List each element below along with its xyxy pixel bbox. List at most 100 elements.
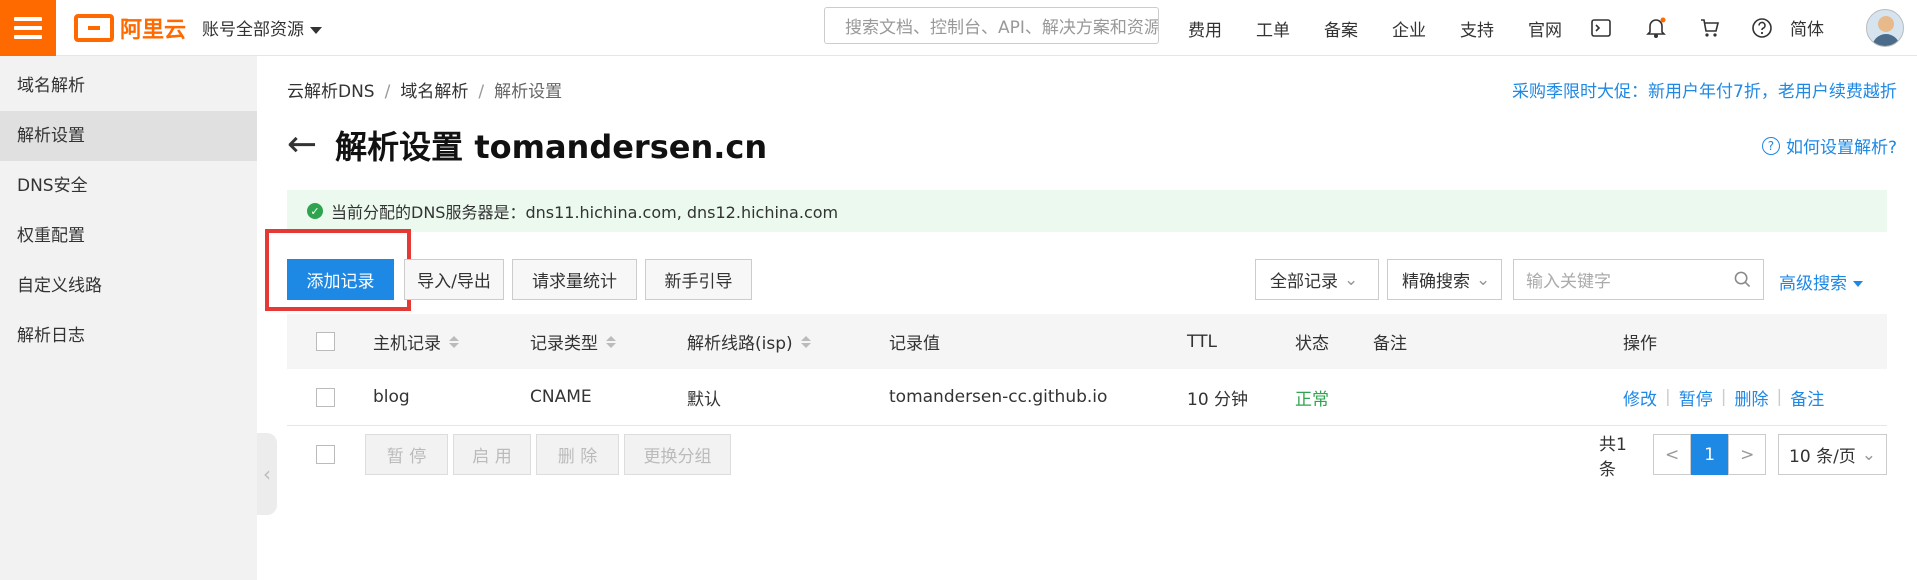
chevron-down-icon: ⌄	[1861, 444, 1876, 465]
total-count: 共1条	[1599, 434, 1627, 480]
chevron-left-icon: ‹	[263, 462, 271, 486]
keyword-input[interactable]: 输入关键字	[1513, 259, 1764, 300]
action-divider: |	[1665, 387, 1671, 407]
terminal-icon[interactable]	[1587, 14, 1615, 42]
nav-tickets[interactable]: 工单	[1256, 16, 1290, 41]
promo-link[interactable]: 采购季限时大促：新用户年付7折，老用户续费越折	[1512, 77, 1917, 102]
cell-host: blog	[373, 387, 410, 407]
page-1-button[interactable]: 1	[1690, 434, 1729, 475]
bulk-enable-button[interactable]: 启 用	[453, 434, 531, 475]
col-status: 状态	[1295, 334, 1329, 354]
bulk-delete-button[interactable]: 删 除	[536, 434, 619, 475]
cart-icon[interactable]	[1696, 14, 1724, 42]
col-line[interactable]: 解析线路(isp)	[687, 314, 811, 369]
remark-link[interactable]: 备注	[1790, 385, 1824, 410]
language-switch[interactable]: 简体	[1790, 15, 1824, 40]
delete-link[interactable]: 删除	[1734, 385, 1768, 410]
table-header: 主机记录 记录类型 解析线路(isp) 记录值 TTL 状态 备注 操作	[287, 314, 1887, 369]
action-divider: |	[1776, 387, 1783, 407]
record-filter-select[interactable]: 全部记录 ⌄	[1255, 259, 1379, 300]
select-all-checkbox[interactable]	[316, 314, 335, 369]
cell-value: tomandersen-cc.github.io	[889, 387, 1108, 407]
cell-status: 正常	[1295, 389, 1329, 410]
col-value: 记录值	[889, 334, 940, 354]
menu-icon[interactable]	[0, 0, 56, 56]
breadcrumb-domain-resolution[interactable]: 域名解析	[400, 82, 468, 102]
nav-fees[interactable]: 费用	[1188, 16, 1222, 41]
sidebar-collapse-handle[interactable]: ‹	[257, 433, 277, 515]
import-export-button[interactable]: 导入/导出	[404, 259, 504, 300]
chevron-down-icon: ⌄	[1476, 269, 1491, 290]
col-type[interactable]: 记录类型	[530, 314, 616, 369]
page-size-value: 10 条/页	[1789, 447, 1856, 467]
action-divider: |	[1720, 387, 1727, 407]
breadcrumb-cloud-dns[interactable]: 云解析DNS	[287, 82, 375, 102]
dns-server-notice: ✓ 当前分配的DNS服务器是：dns11.hichina.com, dns12.…	[287, 190, 1887, 232]
nav-website[interactable]: 官网	[1528, 16, 1562, 41]
sort-icon[interactable]	[606, 335, 616, 348]
record-filter-value: 全部记录	[1270, 272, 1338, 292]
notice-text: 当前分配的DNS服务器是：dns11.hichina.com, dns12.hi…	[331, 203, 839, 222]
add-record-button[interactable]: 添加记录	[287, 259, 394, 300]
nav-enterprise[interactable]: 企业	[1392, 16, 1426, 41]
logo-mark-icon	[74, 14, 114, 42]
user-avatar[interactable]	[1866, 9, 1904, 47]
sidebar: 域名解析 解析设置 DNS安全 权重配置 自定义线路 解析日志	[0, 56, 257, 580]
checkbox[interactable]	[316, 332, 335, 351]
bulk-pause-button[interactable]: 暂 停	[365, 434, 448, 475]
breadcrumb-separator: /	[478, 82, 485, 102]
search-placeholder: 搜索文档、控制台、API、解决方案和资源	[845, 18, 1159, 38]
bell-icon[interactable]	[1642, 14, 1670, 42]
sidebar-item-domain-resolution[interactable]: 域名解析	[0, 61, 257, 111]
sidebar-item-resolution-log[interactable]: 解析日志	[0, 311, 257, 361]
top-bar: 阿里云 账号全部资源 搜索文档、控制台、API、解决方案和资源 费用 工单 备案…	[0, 0, 1917, 56]
sidebar-item-weight-config[interactable]: 权重配置	[0, 211, 257, 261]
how-to-resolve-link[interactable]: ? 如何设置解析?	[1761, 133, 1897, 158]
check-circle-icon: ✓	[307, 203, 323, 219]
account-label: 账号全部资源	[202, 20, 304, 40]
table-row: blog CNAME 默认 tomandersen-cc.github.io 1…	[287, 369, 1887, 426]
sidebar-item-custom-line[interactable]: 自定义线路	[0, 261, 257, 311]
bulk-change-group-button[interactable]: 更换分组	[624, 434, 731, 475]
checkbox[interactable]	[316, 387, 335, 407]
search-mode-value: 精确搜索	[1402, 272, 1470, 292]
checkbox[interactable]	[316, 445, 335, 464]
search-mode-select[interactable]: 精确搜索 ⌄	[1387, 259, 1502, 300]
help-circle-icon[interactable]	[1748, 14, 1776, 42]
advanced-search-toggle[interactable]: 高级搜索	[1779, 269, 1863, 294]
nav-icp[interactable]: 备案	[1324, 16, 1358, 41]
sort-icon[interactable]	[449, 335, 459, 348]
page-header: ← 解析设置 tomandersen.cn	[287, 122, 767, 168]
prev-page-button[interactable]: <	[1653, 434, 1691, 475]
next-page-button[interactable]: >	[1728, 434, 1767, 475]
search-icon[interactable]	[1734, 271, 1751, 288]
row-checkbox[interactable]	[316, 369, 335, 425]
account-resource-dropdown[interactable]: 账号全部资源	[202, 15, 322, 40]
sort-icon[interactable]	[800, 335, 811, 348]
col-line-label: 解析线路(isp)	[687, 334, 793, 354]
sidebar-item-resolution-settings[interactable]: 解析设置	[0, 111, 257, 161]
nav-support[interactable]: 支持	[1460, 16, 1494, 41]
back-arrow-icon[interactable]: ←	[287, 127, 317, 163]
cell-type: CNAME	[530, 387, 592, 407]
pagination: 共1条 < 1 > 10 条/页 ⌄	[1599, 434, 1887, 480]
global-search-input[interactable]: 搜索文档、控制台、API、解决方案和资源	[824, 7, 1159, 44]
breadcrumb: 云解析DNS / 域名解析 / 解析设置	[287, 77, 562, 102]
help-link-label: 如何设置解析?	[1785, 138, 1897, 158]
sidebar-item-dns-security[interactable]: DNS安全	[0, 161, 257, 211]
request-stats-button[interactable]: 请求量统计	[512, 259, 637, 300]
col-actions: 操作	[1623, 334, 1657, 354]
page-title: 解析设置 tomandersen.cn	[335, 128, 768, 166]
edit-link[interactable]: 修改	[1623, 385, 1657, 410]
col-ttl: TTL	[1187, 331, 1217, 352]
caret-down-icon	[1853, 281, 1863, 287]
page-size-select[interactable]: 10 条/页 ⌄	[1778, 434, 1887, 475]
col-type-label: 记录类型	[530, 334, 598, 354]
top-nav: 费用 工单 备案 企业 支持 官网	[1188, 0, 1596, 56]
bulk-select-checkbox[interactable]	[316, 426, 335, 483]
col-host[interactable]: 主机记录	[373, 314, 459, 369]
beginner-guide-button[interactable]: 新手引导	[645, 259, 752, 300]
cell-line: 默认	[687, 389, 721, 410]
pause-link[interactable]: 暂停	[1679, 385, 1713, 410]
aliyun-logo[interactable]: 阿里云	[74, 12, 186, 44]
